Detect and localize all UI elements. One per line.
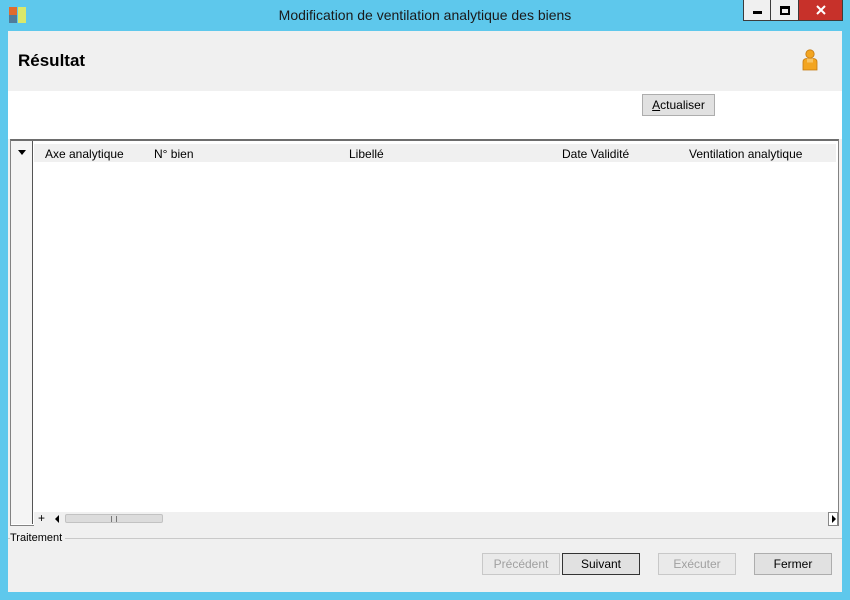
scroll-left-icon[interactable] <box>55 515 59 523</box>
close-window-button[interactable] <box>799 0 843 21</box>
toolbar: Actualiser <box>8 91 842 139</box>
title-bar[interactable]: Modification de ventilation analytique d… <box>0 0 850 31</box>
result-header: Résultat <box>8 31 842 91</box>
column-header-num-bien[interactable]: N° bien <box>154 147 194 161</box>
scrollbar-grip-icon <box>111 516 117 522</box>
grid-header: Axe analytique N° bien Libellé Date Vali… <box>34 144 836 162</box>
column-header-ventilation[interactable]: Ventilation analytique <box>689 147 802 161</box>
user-icon[interactable] <box>800 49 820 71</box>
refresh-accelerator: A <box>652 98 661 112</box>
scroll-right-icon <box>832 515 836 523</box>
column-header-libelle[interactable]: Libellé <box>349 147 384 161</box>
add-row-button[interactable]: + <box>38 511 45 525</box>
traitement-label: Traitement <box>10 532 66 544</box>
minimize-icon <box>752 10 762 14</box>
execute-button[interactable]: Exécuter <box>658 553 736 575</box>
refresh-button[interactable]: Actualiser <box>642 94 715 116</box>
close-button[interactable]: Fermer <box>754 553 832 575</box>
minimize-button[interactable] <box>743 0 771 21</box>
app-window: Modification de ventilation analytique d… <box>0 0 850 600</box>
grid-footer: + <box>34 511 838 526</box>
column-header-date-validite[interactable]: Date Validité <box>562 147 629 161</box>
client-area: Résultat Actualiser Axe analytique N° bi… <box>8 31 842 592</box>
maximize-icon <box>779 5 790 15</box>
close-icon <box>815 5 826 15</box>
refresh-label: ctualiser <box>660 98 705 112</box>
next-button[interactable]: Suivant <box>562 553 640 575</box>
maximize-button[interactable] <box>771 0 799 21</box>
traitement-groupbox-line <box>8 538 842 539</box>
column-chooser-icon[interactable] <box>18 150 26 155</box>
previous-button[interactable]: Précédent <box>482 553 560 575</box>
window-title: Modification de ventilation analytique d… <box>278 7 572 23</box>
results-grid[interactable]: Axe analytique N° bien Libellé Date Vali… <box>10 139 839 526</box>
page-title: Résultat <box>18 51 86 70</box>
column-header-axe[interactable]: Axe analytique <box>45 147 124 161</box>
row-selector-column <box>11 141 33 524</box>
scroll-right-button[interactable] <box>828 512 838 526</box>
